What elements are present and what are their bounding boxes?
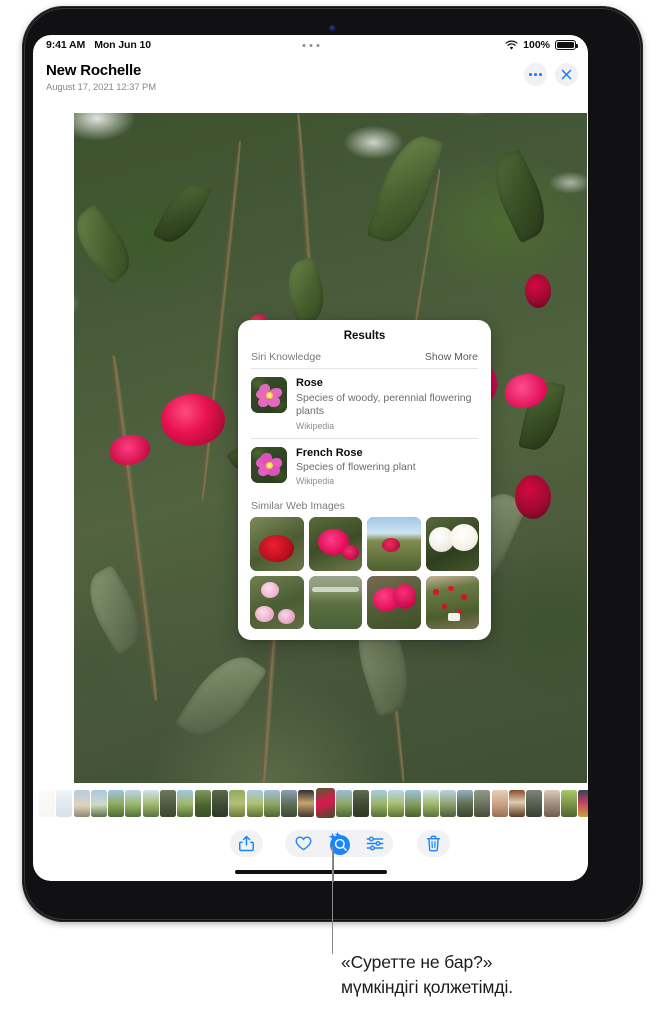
multitask-ellipsis-icon[interactable] (302, 44, 319, 47)
filmstrip-thumb[interactable] (56, 789, 73, 817)
filmstrip-thumb[interactable] (353, 789, 370, 817)
filmstrip-thumb[interactable] (474, 789, 491, 817)
visual-look-up-button[interactable] (322, 830, 356, 857)
pink-rose-thumb (251, 377, 287, 413)
heart-icon (294, 836, 312, 851)
photo-header: New Rochelle August 17, 2021 12:37 PM (33, 57, 588, 103)
share-button[interactable] (230, 830, 263, 857)
filmstrip-thumb[interactable] (177, 789, 194, 817)
filmstrip-thumb[interactable] (39, 789, 55, 817)
filmstrip-thumb[interactable] (281, 789, 298, 817)
filmstrip-thumb[interactable] (526, 789, 543, 817)
status-time: 9:41 AM (46, 39, 86, 51)
status-bar-left: 9:41 AM Mon Jun 10 (46, 39, 151, 51)
filmstrip-thumb[interactable] (263, 789, 280, 817)
similar-web-images-label: Similar Web Images (251, 500, 345, 513)
screenshot-root: 9:41 AM Mon Jun 10 100% New Rochelle Aug… (0, 0, 665, 1024)
page-title: New Rochelle (46, 62, 142, 79)
filmstrip-thumb[interactable] (229, 789, 246, 817)
filmstrip-thumb[interactable] (108, 789, 125, 817)
show-more-button[interactable]: Show More (425, 351, 478, 363)
visual-look-up-results-card: Results Siri Knowledge Show More Rose Sp… (238, 320, 491, 641)
more-options-button[interactable] (524, 63, 547, 86)
filmstrip-thumb[interactable] (543, 789, 560, 817)
header-buttons (524, 63, 578, 86)
ipad-screen: 9:41 AM Mon Jun 10 100% New Rochelle Aug… (33, 35, 588, 881)
knowledge-result-row[interactable]: Rose Species of woody, perennial floweri… (238, 369, 491, 438)
similar-image-deep-pink-rose-buds[interactable] (367, 575, 421, 630)
filmstrip-thumb[interactable] (194, 789, 211, 817)
battery-full-icon (555, 39, 579, 51)
adjust-button[interactable] (358, 830, 392, 857)
filmstrip-thumb[interactable] (405, 789, 422, 817)
filmstrip-thumb[interactable] (457, 789, 474, 817)
filmstrip-thumb[interactable] (370, 789, 387, 817)
battery-percent: 100% (523, 39, 550, 51)
knowledge-result-row[interactable]: French Rose Species of flowering plant W… (238, 439, 491, 494)
similar-image-red-rose-shrub-with-tag[interactable] (425, 575, 479, 630)
filmstrip-thumb[interactable] (560, 789, 577, 817)
caption-line-2: мүмкіндігі қолжетімді. (341, 976, 514, 997)
delete-button[interactable] (417, 830, 450, 857)
filmstrip-thumb[interactable] (439, 789, 456, 817)
filmstrip-thumb[interactable] (578, 789, 588, 817)
filmstrip-thumb[interactable] (336, 789, 353, 817)
filmstrip-thumb[interactable] (90, 789, 107, 817)
similar-web-images-grid (238, 517, 491, 631)
filmstrip-thumb[interactable] (211, 789, 228, 817)
filmstrip-thumb[interactable] (73, 789, 90, 817)
callout-caption: «Суретте не бар?» мүмкіндігі қолжетімді. (341, 950, 651, 1000)
favorite-button[interactable] (286, 830, 320, 857)
siri-knowledge-label: Siri Knowledge (251, 351, 322, 363)
close-x-icon (561, 69, 572, 80)
photo-actions-group (285, 830, 393, 857)
pink-rose-thumb (251, 446, 287, 483)
result-source: Wikipedia (296, 476, 335, 487)
wifi-icon (505, 40, 518, 50)
status-date: Mon Jun 10 (94, 39, 151, 51)
result-name: Rose (296, 377, 323, 389)
photo-rose-bud (515, 474, 552, 519)
similar-image-rose-nursery-rows[interactable] (308, 575, 362, 630)
filmstrip-thumb[interactable] (509, 789, 526, 817)
filmstrip-thumb[interactable] (246, 789, 263, 817)
status-bar: 9:41 AM Mon Jun 10 100% (33, 35, 588, 57)
similar-image-white-roses[interactable] (425, 517, 479, 571)
rose-bush-photo[interactable]: Results Siri Knowledge Show More Rose Sp… (74, 113, 587, 783)
callout-leader-line (332, 846, 334, 954)
similar-image-red-rose-closeup[interactable] (250, 517, 304, 571)
similar-image-rose-field-with-sky[interactable] (367, 517, 421, 571)
filmstrip-thumb-selected[interactable] (315, 788, 335, 818)
filmstrip-thumb[interactable] (491, 789, 508, 817)
trash-icon (426, 835, 441, 852)
filmstrip-thumb[interactable] (142, 789, 159, 817)
photo-filmstrip[interactable] (33, 787, 588, 819)
result-description: Species of woody, perennial flowering pl… (296, 391, 472, 418)
photo-datetime: August 17, 2021 12:37 PM (46, 82, 157, 93)
result-name: French Rose (296, 446, 363, 459)
similar-image-pale-pink-roses[interactable] (250, 575, 304, 630)
front-camera-icon (329, 25, 336, 32)
filmstrip-thumb[interactable] (422, 789, 439, 817)
home-indicator[interactable] (234, 870, 387, 874)
share-up-arrow-icon (239, 835, 254, 852)
sparkle-small-icon (334, 831, 341, 837)
caption-line-1: «Суретте не бар?» (341, 952, 493, 972)
ellipsis-icon (529, 73, 542, 76)
result-source: Wikipedia (296, 420, 335, 431)
similar-image-magenta-rose-bush[interactable] (308, 517, 362, 571)
adjustments-sliders-icon (366, 836, 384, 851)
status-bar-right: 100% (505, 39, 579, 51)
results-card-title: Results (343, 330, 386, 342)
siri-knowledge-section-header: Siri Knowledge Show More (238, 351, 491, 368)
filmstrip-thumb[interactable] (125, 789, 142, 817)
filmstrip-thumb[interactable] (298, 789, 315, 817)
filmstrip-thumb[interactable] (160, 789, 177, 817)
photo-toolbar (33, 827, 588, 865)
filmstrip-thumb[interactable] (387, 789, 404, 817)
close-button[interactable] (555, 63, 578, 86)
result-description: Species of flowering plant (296, 461, 416, 474)
